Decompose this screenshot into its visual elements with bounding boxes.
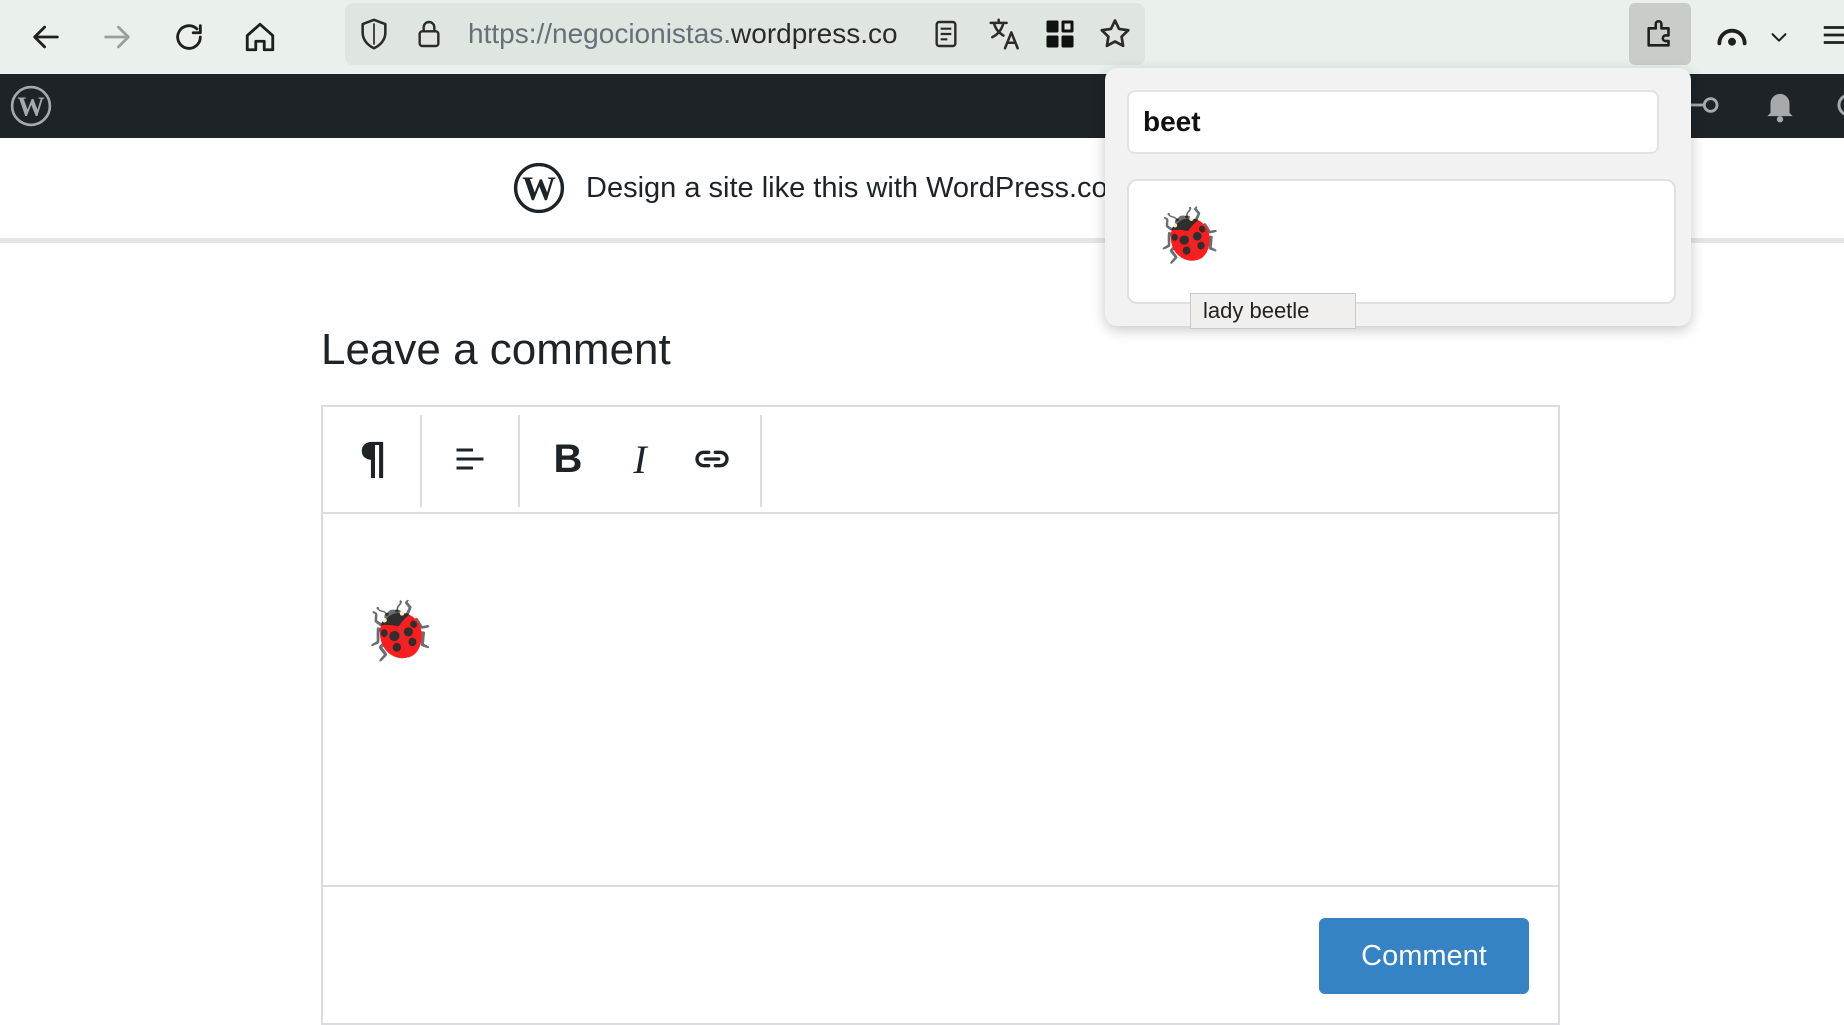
forward-arrow-icon[interactable] — [93, 13, 141, 61]
wordpress-logo-icon: W — [513, 162, 565, 214]
link-button[interactable] — [682, 429, 742, 489]
comment-submit-button[interactable]: Comment — [1319, 918, 1529, 994]
home-icon[interactable] — [236, 13, 284, 61]
chevron-down-icon[interactable] — [1768, 26, 1790, 48]
lock-icon[interactable] — [413, 17, 445, 51]
menu-icon[interactable] — [1820, 20, 1844, 50]
search-icon[interactable] — [1834, 90, 1844, 120]
toolbar-divider — [518, 415, 520, 507]
editor-toolbar: ¶ B I — [323, 407, 1558, 514]
emoji-search-input[interactable] — [1127, 90, 1659, 154]
svg-text:W: W — [17, 91, 44, 121]
toolbar-divider — [760, 415, 762, 507]
align-button[interactable] — [440, 429, 500, 489]
emoji-picker-popup: 🐞 — [1105, 68, 1691, 326]
emoji-tooltip: lady beetle — [1190, 293, 1356, 329]
bookmark-star-icon[interactable] — [1097, 16, 1133, 52]
lady-beetle-emoji-result[interactable]: 🐞 — [1155, 209, 1222, 263]
wordpress-logo-icon[interactable]: W — [10, 85, 52, 127]
reader-icon[interactable] — [1688, 88, 1722, 122]
browser-toolbar: https://negocionistas.wordpress.co — [0, 0, 1844, 74]
notifications-bell-icon[interactable] — [1761, 86, 1799, 124]
translate-icon[interactable] — [986, 15, 1024, 53]
toolbar-divider — [420, 415, 422, 507]
comment-section-title: Leave a comment — [321, 325, 671, 374]
comment-editor: ¶ B I 🐞 Comment — [321, 405, 1560, 1025]
qr-code-icon[interactable] — [1042, 16, 1078, 52]
emoji-results-panel: 🐞 — [1127, 179, 1676, 304]
shield-icon[interactable] — [357, 17, 391, 51]
profile-icon[interactable] — [1708, 13, 1756, 61]
extensions-icon[interactable] — [1629, 3, 1691, 65]
align-left-icon — [456, 448, 484, 470]
italic-button[interactable]: I — [610, 429, 670, 489]
banner-text[interactable]: Design a site like this with WordPress.c… — [586, 172, 1108, 205]
bold-button[interactable]: B — [538, 429, 598, 489]
svg-text:W: W — [522, 171, 556, 208]
reload-icon[interactable] — [165, 13, 213, 61]
link-icon — [695, 450, 729, 468]
address-bar[interactable]: https://negocionistas.wordpress.co — [345, 3, 1145, 65]
back-arrow-icon[interactable] — [22, 13, 70, 61]
url-text[interactable]: https://negocionistas.wordpress.co — [468, 17, 958, 51]
editor-footer-divider — [323, 885, 1558, 887]
lady-beetle-emoji[interactable]: 🐞 — [363, 603, 435, 661]
paragraph-button[interactable]: ¶ — [343, 429, 403, 489]
reader-view-icon[interactable] — [930, 17, 962, 51]
